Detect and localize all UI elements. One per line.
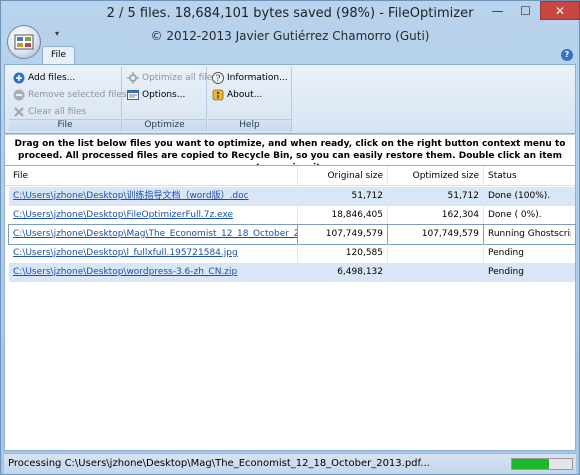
add-files-label: Add files... xyxy=(28,73,76,83)
optimize-all-files-button[interactable]: Optimize all files xyxy=(127,70,217,86)
svg-text:?: ? xyxy=(216,75,221,85)
file-path[interactable]: C:\Users\jzhone\Desktop\wordpress-3.6-zh… xyxy=(9,263,297,282)
list-header: File Original size Optimized size Status xyxy=(5,166,575,186)
about-button[interactable]: About... xyxy=(212,87,262,103)
ribbon-group-optimize: Optimize all files Options... Optimize xyxy=(123,67,217,132)
table-row[interactable]: C:\Users\jzhone\Desktop\训练指导文档（word版）.do… xyxy=(9,187,575,206)
optimized-size: 51,712 xyxy=(387,187,483,206)
optimized-size xyxy=(387,244,483,263)
original-size: 51,712 xyxy=(297,187,387,206)
file-path[interactable]: C:\Users\jzhone\Desktop\Mag\The_Economis… xyxy=(9,225,297,244)
status-text: Processing C:\Users\jzhone\Desktop\Mag\T… xyxy=(8,458,430,469)
maximize-button[interactable]: ☐ xyxy=(512,1,539,20)
copyright-subtitle: © 2012-2013 Javier Gutiérrez Chamorro (G… xyxy=(150,29,430,43)
clear-all-files-button[interactable]: Clear all files xyxy=(13,104,86,120)
original-size: 6,498,132 xyxy=(297,263,387,282)
original-size: 107,749,579 xyxy=(297,225,387,244)
information-button[interactable]: ? Information... xyxy=(212,70,288,86)
optimize-icon xyxy=(127,72,139,84)
original-size: 18,846,405 xyxy=(297,206,387,225)
file-path[interactable]: C:\Users\jzhone\Desktop\FileOptimizerFul… xyxy=(9,206,297,225)
optimized-size: 162,304 xyxy=(387,206,483,225)
information-label: Information... xyxy=(227,73,288,83)
tab-file[interactable]: File xyxy=(42,46,75,65)
minimize-button[interactable]: — xyxy=(484,1,511,20)
table-row[interactable]: C:\Users\jzhone\Desktop\l_fullxfull.1957… xyxy=(9,244,575,263)
group-label-help: Help xyxy=(208,119,291,131)
file-path[interactable]: C:\Users\jzhone\Desktop\l_fullxfull.1957… xyxy=(9,244,297,263)
optimize-all-files-label: Optimize all files xyxy=(142,73,217,83)
optimized-size xyxy=(387,263,483,282)
options-icon xyxy=(127,89,139,101)
optimized-size: 107,749,579 xyxy=(387,225,483,244)
remove-selected-files-label: Remove selected files xyxy=(28,90,127,100)
information-icon: ? xyxy=(212,72,224,84)
file-path[interactable]: C:\Users\jzhone\Desktop\训练指导文档（word版）.do… xyxy=(9,187,297,206)
about-label: About... xyxy=(227,90,263,100)
add-files-button[interactable]: Add files... xyxy=(13,70,75,86)
file-list[interactable]: File Original size Optimized size Status… xyxy=(4,165,576,451)
status: Pending xyxy=(483,263,571,282)
instructions-text: Drag on the list below files you want to… xyxy=(4,135,576,173)
progress-bar xyxy=(511,458,573,470)
group-label-file: File xyxy=(9,119,121,131)
status: Done ( 0%). xyxy=(483,206,571,225)
status-bar: Processing C:\Users\jzhone\Desktop\Mag\T… xyxy=(4,453,576,474)
close-button[interactable]: ✕ xyxy=(540,1,580,20)
table-row-selected[interactable]: C:\Users\jzhone\Desktop\Mag\The_Economis… xyxy=(8,224,576,245)
status: Done (100%). xyxy=(483,187,571,206)
app-window: 2 / 5 files. 18,684,101 bytes saved (98%… xyxy=(0,0,580,475)
help-icon[interactable]: ? xyxy=(561,49,573,61)
group-label-optimize: Optimize xyxy=(123,119,206,131)
clear-all-files-label: Clear all files xyxy=(28,107,87,117)
ribbon-group-help: ? Information... About... Help xyxy=(208,67,292,132)
column-header-file[interactable]: File xyxy=(9,166,297,186)
column-header-optimized-size[interactable]: Optimized size xyxy=(387,166,483,186)
status: Pending xyxy=(483,244,571,263)
column-header-status[interactable]: Status xyxy=(483,166,571,186)
options-button[interactable]: Options... xyxy=(127,87,185,103)
table-row[interactable]: C:\Users\jzhone\Desktop\FileOptimizerFul… xyxy=(9,206,575,225)
remove-selected-files-button[interactable]: Remove selected files xyxy=(13,87,127,103)
progress-fill xyxy=(512,459,550,469)
ribbon: Add files... Remove selected files Clear… xyxy=(4,64,576,134)
title-bar[interactable]: 2 / 5 files. 18,684,101 bytes saved (98%… xyxy=(1,1,580,27)
options-label: Options... xyxy=(142,90,186,100)
table-row[interactable]: C:\Users\jzhone\Desktop\wordpress-3.6-zh… xyxy=(9,263,575,282)
clear-icon xyxy=(13,106,25,118)
remove-icon xyxy=(13,89,25,101)
about-icon xyxy=(212,89,224,101)
original-size: 120,585 xyxy=(297,244,387,263)
ribbon-group-file: Add files... Remove selected files Clear… xyxy=(9,67,127,132)
status: Running Ghostscript... xyxy=(483,225,571,244)
column-header-original-size[interactable]: Original size xyxy=(297,166,387,186)
add-icon xyxy=(13,72,25,84)
